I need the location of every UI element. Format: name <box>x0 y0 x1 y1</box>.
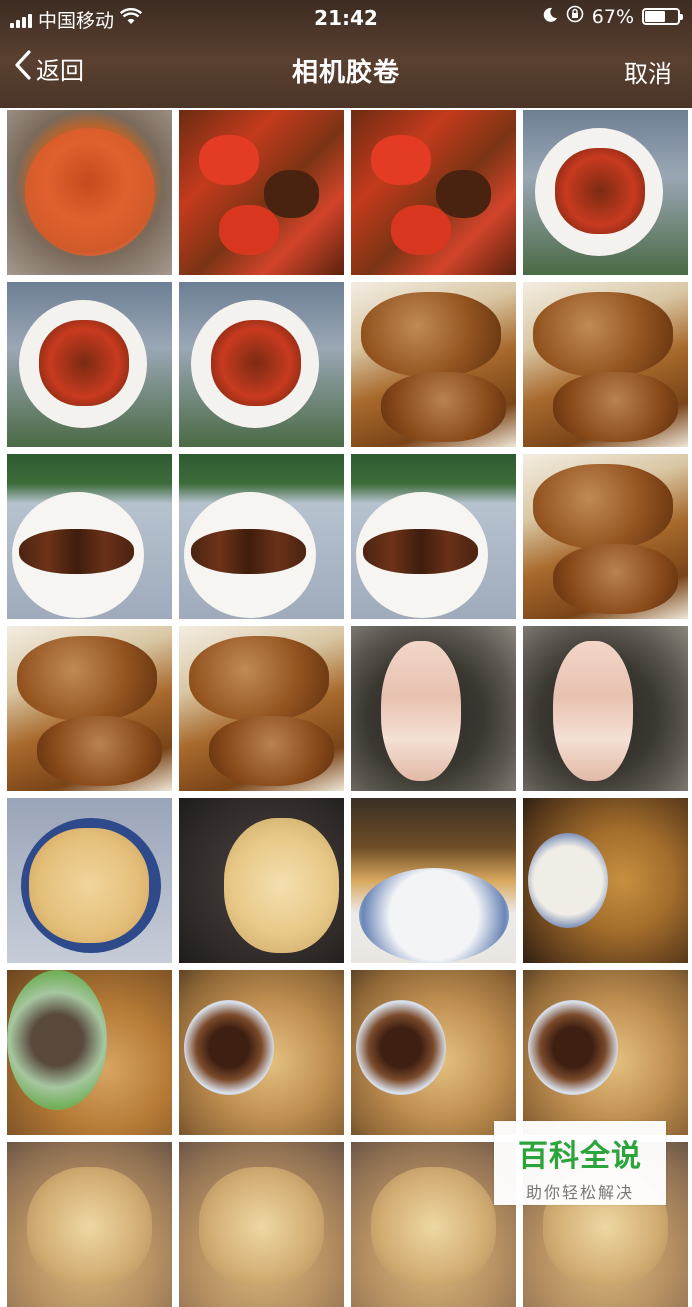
photo-thumbnail[interactable] <box>351 454 516 619</box>
status-bar: 中国移动 21:42 67% <box>0 0 692 36</box>
photo-detail <box>7 970 107 1110</box>
photo-detail <box>371 135 431 185</box>
photo-detail <box>27 1167 152 1287</box>
photo-thumbnail[interactable] <box>351 970 516 1135</box>
photo-detail <box>191 529 306 574</box>
photo-detail <box>436 170 491 218</box>
moon-icon <box>542 6 558 28</box>
photo-detail <box>264 170 319 218</box>
photo-thumbnail[interactable] <box>351 798 516 963</box>
photo-thumbnail[interactable] <box>351 110 516 275</box>
watermark-title: 百科全说 <box>518 1139 642 1174</box>
photo-detail <box>184 1000 274 1095</box>
photo-thumbnail[interactable] <box>7 110 172 275</box>
photo-detail <box>359 868 509 963</box>
photo-thumbnail[interactable] <box>351 1142 516 1307</box>
photo-thumbnail[interactable] <box>523 110 688 275</box>
photo-thumbnail[interactable] <box>351 282 516 447</box>
watermark-subtitle: 助你轻松解决 <box>525 1183 634 1202</box>
photo-detail <box>528 1000 618 1095</box>
photo-detail <box>371 1167 496 1287</box>
photo-thumbnail[interactable] <box>523 798 688 963</box>
photo-detail <box>363 529 478 574</box>
photo-detail <box>224 818 339 953</box>
photo-detail <box>391 205 451 255</box>
photo-detail <box>199 1167 324 1287</box>
photo-thumbnail[interactable] <box>179 110 344 275</box>
photo-detail <box>211 320 301 406</box>
orientation-lock-icon <box>566 5 584 28</box>
photo-thumbnail[interactable] <box>7 1142 172 1307</box>
photo-thumbnail[interactable] <box>179 1142 344 1307</box>
photo-thumbnail[interactable] <box>7 798 172 963</box>
photo-detail <box>553 544 678 614</box>
photo-thumbnail[interactable] <box>7 282 172 447</box>
photo-detail <box>555 148 645 234</box>
photo-thumbnail[interactable] <box>523 454 688 619</box>
photo-detail <box>533 464 673 549</box>
photo-thumbnail[interactable] <box>523 282 688 447</box>
battery-icon <box>642 8 683 25</box>
page-title: 相机胶卷 <box>291 58 400 88</box>
photo-detail <box>199 135 259 185</box>
photo-detail <box>25 128 155 256</box>
photo-thumbnail[interactable] <box>523 970 688 1135</box>
photo-detail <box>209 716 334 786</box>
photo-detail <box>356 1000 446 1095</box>
photo-detail <box>553 641 633 781</box>
photo-thumbnail[interactable] <box>7 970 172 1135</box>
watermark-logo: 百科全说 助你轻松解决 <box>494 1121 666 1205</box>
status-right: 67% <box>542 5 683 28</box>
photo-detail <box>528 833 608 928</box>
navigation-bar: 返回 相机胶卷 取消 <box>0 36 692 108</box>
photo-detail <box>189 636 329 721</box>
photo-thumbnail[interactable] <box>7 454 172 619</box>
photo-thumbnail[interactable] <box>7 626 172 791</box>
photo-thumbnail[interactable] <box>179 798 344 963</box>
cancel-button[interactable]: 取消 <box>624 54 672 89</box>
photo-thumbnail[interactable] <box>179 626 344 791</box>
photo-detail <box>553 372 678 442</box>
photo-detail <box>39 320 129 406</box>
photo-detail <box>533 292 673 377</box>
photo-detail <box>17 636 157 721</box>
photo-thumbnail[interactable] <box>351 626 516 791</box>
photo-thumbnail[interactable] <box>179 282 344 447</box>
photo-thumbnail[interactable] <box>523 626 688 791</box>
photo-detail <box>29 828 149 943</box>
photo-detail <box>381 641 461 781</box>
battery-percent: 67% <box>591 5 634 28</box>
photo-detail <box>19 529 134 574</box>
photo-detail <box>381 372 506 442</box>
photo-detail <box>219 205 279 255</box>
top-bar: 中国移动 21:42 67% 返回 相机胶卷 取消 <box>0 0 692 108</box>
photo-detail <box>37 716 162 786</box>
photo-thumbnail[interactable] <box>179 970 344 1135</box>
photo-detail <box>361 292 501 377</box>
photo-thumbnail[interactable] <box>179 454 344 619</box>
